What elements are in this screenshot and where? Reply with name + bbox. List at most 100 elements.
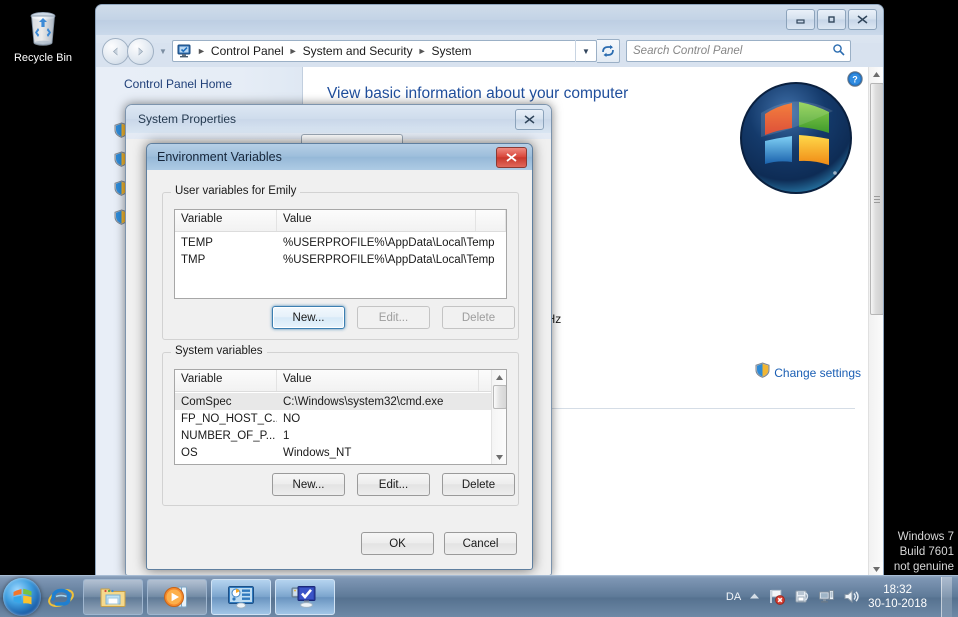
user-delete-button[interactable]: Delete (442, 306, 515, 329)
system-variable-value: Windows_NT (283, 446, 352, 459)
sidebar-item-control-panel-home[interactable]: Control Panel Home (96, 75, 302, 91)
content-scrollbar[interactable] (868, 67, 883, 577)
taskbar[interactable]: DA 18:32 30-10-2018 (0, 575, 958, 617)
system-variable-name: ComSpec (181, 395, 232, 408)
taskbar-button-media-player[interactable] (147, 578, 207, 615)
user-variable-row[interactable]: TMP %USERPROFILE%\AppData\Local\Temp (175, 251, 506, 268)
system-tray: DA 18:32 30-10-2018 (726, 576, 958, 617)
user-variables-header-row: Variable Value (175, 210, 506, 232)
quick-launch-internet-explorer[interactable] (41, 579, 81, 615)
address-dropdown-chevron-icon[interactable]: ▼ (575, 40, 596, 62)
show-desktop-button[interactable] (941, 576, 952, 617)
svg-text:?: ? (852, 75, 858, 85)
user-edit-button[interactable]: Edit... (357, 306, 430, 329)
breadcrumb-item-system[interactable]: System (429, 44, 475, 58)
scrollbar-grip (874, 194, 880, 205)
close-button[interactable] (848, 9, 877, 30)
action-center-flag-icon[interactable] (768, 588, 786, 605)
system-variable-name: OS (181, 446, 198, 459)
control-panel-icon (177, 44, 192, 58)
breadcrumb-item-control-panel[interactable]: Control Panel (208, 44, 287, 58)
ok-button[interactable]: OK (361, 532, 434, 555)
clock-time: 18:32 (883, 583, 912, 596)
scroll-up-arrow[interactable] (492, 370, 506, 384)
window-controls (786, 9, 877, 30)
user-variable-name: TEMP (181, 236, 213, 249)
desktop-icon-label: Recycle Bin (13, 52, 73, 64)
scrollbar-thumb[interactable] (870, 83, 883, 315)
breadcrumb-separator: ► (417, 46, 427, 56)
system-variables-list[interactable]: Variable Value ComSpec C:\Windows\system… (174, 369, 507, 465)
minimize-button[interactable] (786, 9, 815, 30)
taskbar-clock[interactable]: 18:32 30-10-2018 (868, 583, 927, 611)
system-variable-value: 1 (283, 429, 290, 442)
environment-variables-titlebar[interactable]: Environment Variables (147, 144, 532, 170)
search-icon (832, 43, 845, 59)
breadcrumb-separator: ► (288, 46, 298, 56)
user-new-button[interactable]: New... (272, 306, 345, 329)
taskbar-button-control-panel[interactable] (211, 578, 271, 615)
change-settings-label: Change settings (774, 365, 861, 380)
column-header-variable[interactable]: Variable (175, 370, 277, 391)
tray-language-indicator[interactable]: DA (726, 591, 741, 603)
address-bar[interactable]: ► Control Panel ► System and Security ► … (172, 40, 597, 62)
column-header-value[interactable]: Value (277, 210, 476, 231)
back-button[interactable] (102, 37, 129, 65)
forward-button[interactable] (127, 37, 154, 65)
user-variable-row[interactable]: TEMP %USERPROFILE%\AppData\Local\Temp (175, 234, 506, 251)
desktop-icon-recycle-bin[interactable]: Recycle Bin (4, 6, 82, 65)
clock-date: 30-10-2018 (868, 597, 927, 610)
system-variable-row[interactable]: ComSpec C:\Windows\system32\cmd.exe (175, 393, 492, 410)
column-header-spacer (476, 210, 506, 231)
search-input[interactable]: Search Control Panel (626, 40, 851, 62)
recent-pages-chevron-icon[interactable]: ▼ (157, 47, 169, 56)
system-variable-row[interactable]: OS Windows_NT (175, 444, 506, 461)
taskbar-button-windows-explorer[interactable] (83, 578, 143, 615)
system-variable-value: C:\Windows\system32\cmd.exe (283, 395, 444, 408)
system-new-button[interactable]: New... (272, 473, 345, 496)
user-variables-buttons: New... Edit... Delete (272, 306, 515, 329)
scroll-up-arrow[interactable] (869, 67, 883, 82)
maximize-button[interactable] (817, 9, 846, 30)
system-properties-title: System Properties (138, 112, 237, 126)
help-icon[interactable]: ? (847, 71, 863, 92)
chevron-up-icon[interactable] (749, 591, 760, 603)
user-variable-value: %USERPROFILE%\AppData\Local\Temp (283, 253, 495, 266)
dialog-action-buttons: OK Cancel (361, 532, 517, 555)
user-variables-group: User variables for Emily Variable Value … (162, 185, 519, 340)
network-icon[interactable] (818, 588, 835, 605)
environment-variables-title: Environment Variables (157, 150, 282, 164)
column-header-variable[interactable]: Variable (175, 210, 277, 231)
volume-icon[interactable] (843, 588, 860, 605)
user-variables-legend: User variables for Emily (171, 185, 301, 197)
scrollbar-thumb[interactable] (493, 385, 506, 409)
breadcrumb-item-system-and-security[interactable]: System and Security (300, 44, 416, 58)
system-variable-row[interactable]: FP_NO_HOST_C... NO (175, 410, 506, 427)
user-variable-value: %USERPROFILE%\AppData\Local\Temp (283, 236, 495, 249)
system-variables-buttons: New... Edit... Delete (272, 473, 515, 496)
system-variable-row[interactable]: NUMBER_OF_P... 1 (175, 427, 506, 444)
system-variable-name: NUMBER_OF_P... (181, 429, 276, 442)
windows-logo (737, 81, 855, 199)
environment-variables-dialog[interactable]: Environment Variables User variables for… (146, 143, 533, 570)
refresh-button[interactable] (597, 39, 620, 63)
start-button[interactable] (3, 577, 41, 616)
column-header-value[interactable]: Value (277, 370, 479, 391)
system-variable-name: FP_NO_HOST_C... (181, 412, 277, 425)
cancel-button[interactable]: Cancel (444, 532, 517, 555)
recycle-bin-icon (21, 6, 65, 50)
desktop[interactable]: Recycle Bin Windows 7 Build 7601 not gen… (0, 0, 958, 617)
change-settings-link[interactable]: Change settings (755, 362, 861, 383)
control-panel-titlebar[interactable] (96, 5, 883, 35)
system-properties-close-button[interactable] (515, 109, 544, 130)
user-variables-list[interactable]: Variable Value TEMP %USERPROFILE%\AppDat… (174, 209, 507, 299)
removable-media-icon[interactable] (793, 588, 810, 605)
taskbar-button-system-properties[interactable] (275, 578, 335, 615)
system-edit-button[interactable]: Edit... (357, 473, 430, 496)
system-variable-value: NO (283, 412, 301, 425)
system-delete-button[interactable]: Delete (442, 473, 515, 496)
system-properties-titlebar[interactable]: System Properties (126, 105, 551, 133)
system-variables-scrollbar[interactable] (491, 370, 506, 464)
environment-variables-close-button[interactable] (496, 147, 527, 168)
scroll-down-arrow[interactable] (492, 450, 506, 464)
